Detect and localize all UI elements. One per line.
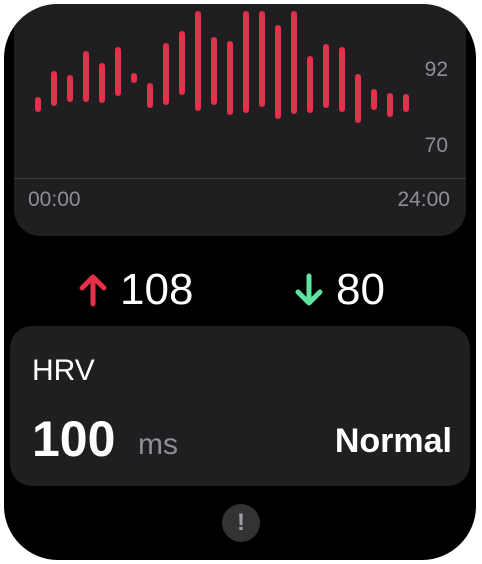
- hrv-title: HRV: [32, 354, 95, 387]
- hrv-status: Normal: [334, 422, 452, 460]
- hrv-card[interactable]: HRV 100 ms Normal: [10, 326, 470, 486]
- hrv-value: 100: [32, 411, 116, 467]
- hrv-unit: ms: [138, 428, 178, 461]
- x-axis-end-label: 24:00: [397, 188, 450, 211]
- min-heart-rate: 80: [294, 260, 385, 320]
- exclamation-icon: !: [237, 509, 245, 536]
- chart-baseline: [14, 178, 466, 179]
- heart-rate-range: 108 80: [4, 260, 476, 320]
- y-axis-top-label: 92: [424, 58, 448, 81]
- heart-rate-chart[interactable]: 92 70 00:00 24:00: [14, 4, 466, 236]
- watch-screen: 92 70 00:00 24:00 108 80 HRV 100 ms Norm…: [4, 4, 476, 560]
- x-axis-start-label: 00:00: [28, 188, 81, 211]
- arrow-down-icon: [295, 273, 323, 306]
- max-heart-rate: 108: [78, 260, 193, 320]
- min-heart-rate-value: 80: [336, 265, 385, 314]
- y-axis-bottom-label: 70: [424, 134, 448, 157]
- max-heart-rate-value: 108: [120, 265, 194, 314]
- info-button[interactable]: !: [222, 504, 260, 542]
- arrow-up-icon: [79, 274, 107, 307]
